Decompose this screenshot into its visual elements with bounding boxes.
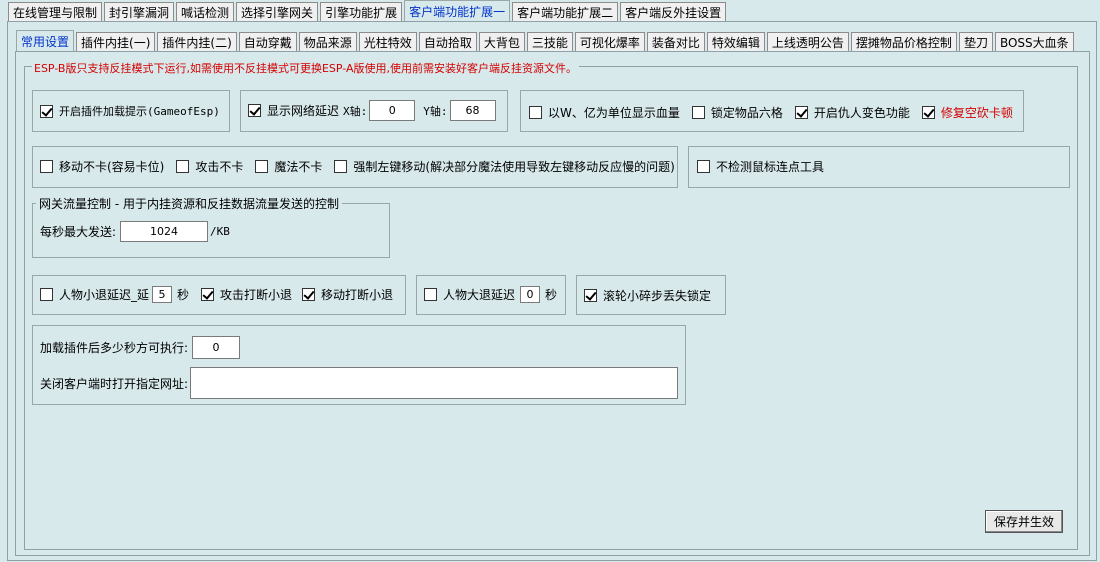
checkbox-box[interactable] xyxy=(176,160,190,173)
gateway-flow-legend: 网关流量控制 - 用于内挂资源和反挂数据流量发送的控制 xyxy=(36,195,342,212)
option-label: 移动不卡(容易卡位) xyxy=(59,160,165,174)
network-delay-checkbox[interactable] xyxy=(248,104,261,117)
y-axis-input[interactable]: 68 xyxy=(449,100,496,121)
sub-tab[interactable]: 自动拾取 xyxy=(418,32,477,52)
option-label: 修复空砍卡顿 xyxy=(940,106,1013,120)
sub-tab[interactable]: 三技能 xyxy=(526,32,573,52)
move-break-checkbox[interactable] xyxy=(302,288,316,301)
group3-option[interactable]: 修复空砍卡顿 xyxy=(921,104,1013,121)
group3-option[interactable]: 锁定物品六格 xyxy=(691,104,783,121)
checkbox-box[interactable] xyxy=(794,106,808,119)
option-label: 攻击不卡 xyxy=(195,160,244,174)
sub-tab[interactable]: BOSS大血条 xyxy=(994,32,1074,52)
option-label: 开启仇人变色功能 xyxy=(813,106,910,120)
big-retreat-input[interactable]: 0 xyxy=(520,286,541,303)
movement-options-row: 移动不卡(容易卡位) 攻击不卡 魔法不卡 强制左键移动(解决部分魔法使用导致左键移动反… xyxy=(40,158,687,175)
big-retreat-label: 人物大退延迟 xyxy=(443,288,516,302)
option-label: 强制左键移动(解决部分魔法使用导致左键移动反应慢的问题) xyxy=(353,160,675,174)
top-tab-bar: 在线管理与限制 封引擎漏洞 喊话检测 选择引擎网关 引擎功能扩展 客户端功能扩展一 客户端功… xyxy=(8,0,728,22)
checkbox-box[interactable] xyxy=(529,106,542,119)
checkbox-box[interactable] xyxy=(921,106,935,119)
small-retreat-sec: 秒 xyxy=(177,288,190,302)
big-retreat-checkbox[interactable] xyxy=(424,288,437,301)
gateway-rate-label: 每秒最大发送: xyxy=(40,225,117,239)
attack-break-checkbox[interactable] xyxy=(201,288,215,301)
top-tab[interactable]: 喊话检测 xyxy=(176,2,235,22)
display-options-row: 以W、亿为单位显示血量 锁定物品六格 开启仇人变色功能 修复空砍卡顿 xyxy=(529,104,1025,121)
sub-tab[interactable]: 垫刀 xyxy=(958,32,993,52)
mouse-click-label: 不检测鼠标连点工具 xyxy=(716,160,825,174)
wheel-lock-label: 滚轮小碎步丢失锁定 xyxy=(603,289,712,303)
checkbox-box[interactable] xyxy=(255,160,269,173)
close-url-input[interactable] xyxy=(190,367,679,399)
sub-tab[interactable]: 物品来源 xyxy=(298,32,357,52)
checkbox-box[interactable] xyxy=(334,160,348,173)
checkbox-box[interactable] xyxy=(40,160,53,173)
sub-tab[interactable]: 常用设置 xyxy=(16,30,75,52)
network-delay-label: 显示网络延迟 xyxy=(267,104,340,118)
small-retreat-checkbox[interactable] xyxy=(40,288,53,301)
small-retreat-input[interactable]: 5 xyxy=(152,286,173,303)
gateway-rate-unit: /KB xyxy=(210,225,230,238)
top-tab[interactable]: 客户端反外挂设置 xyxy=(620,2,727,22)
plugin-load-tip-label: 开启插件加载提示(GameofEsp) xyxy=(59,105,220,118)
x-axis-label: X轴: xyxy=(343,104,368,118)
sub-tab[interactable]: 可视化爆率 xyxy=(574,32,645,52)
sub-tab[interactable]: 上线透明公告 xyxy=(766,32,849,52)
mouse-click-checkbox[interactable] xyxy=(697,160,710,173)
x-axis-input[interactable]: 0 xyxy=(369,100,416,121)
checkbox-box[interactable] xyxy=(40,104,53,118)
warning-text: ESP-B版只支持反挂模式下运行,如需使用不反挂模式可更换ESP-A版使用,使用… xyxy=(32,60,580,76)
top-tab[interactable]: 客户端功能扩展二 xyxy=(512,2,619,22)
sub-tab[interactable]: 插件内挂(一) xyxy=(76,32,156,52)
checkbox-box[interactable] xyxy=(691,106,705,119)
group3-option[interactable]: 开启仇人变色功能 xyxy=(794,104,910,121)
sub-tab[interactable]: 插件内挂(二) xyxy=(157,32,237,52)
move-break-label: 移动打断小退 xyxy=(321,288,394,302)
save-apply-button[interactable]: 保存并生效 xyxy=(985,510,1063,533)
group4-option[interactable]: 强制左键移动(解决部分魔法使用导致左键移动反应慢的问题) xyxy=(334,158,675,175)
top-tab[interactable]: 客户端功能扩展一 xyxy=(404,0,511,22)
plugin-delay-label: 加载插件后多少秒方可执行: xyxy=(40,341,189,355)
sub-tab[interactable]: 装备对比 xyxy=(646,32,705,52)
small-retreat-label: 人物小退延迟_延 xyxy=(59,288,150,302)
sub-tab[interactable]: 摆摊物品价格控制 xyxy=(850,32,957,52)
wheel-lock-checkbox[interactable] xyxy=(584,289,597,302)
top-tab[interactable]: 引擎功能扩展 xyxy=(320,2,403,22)
group4-option[interactable]: 魔法不卡 xyxy=(255,158,322,175)
group4-option[interactable]: 移动不卡(容易卡位) xyxy=(40,158,164,175)
sub-tab-bar: 常用设置 插件内挂(一) 插件内挂(二) 自动穿戴 物品来源 光柱特效 自动拾取 大背包 三技能… xyxy=(16,30,1076,52)
sub-tab[interactable]: 特效编辑 xyxy=(706,32,765,52)
sub-tab[interactable]: 大背包 xyxy=(478,32,525,52)
plugin-load-tip-checkbox[interactable]: 开启插件加载提示(GameofEsp) xyxy=(40,103,220,119)
gateway-rate-input[interactable]: 1024 xyxy=(120,221,209,242)
group3-option[interactable]: 以W、亿为单位显示血量 xyxy=(529,104,680,121)
sub-tab[interactable]: 光柱特效 xyxy=(358,32,417,52)
option-label: 魔法不卡 xyxy=(274,160,323,174)
group4-option[interactable]: 攻击不卡 xyxy=(176,158,243,175)
attack-break-label: 攻击打断小退 xyxy=(220,288,293,302)
big-retreat-sec: 秒 xyxy=(545,288,558,302)
sub-tab[interactable]: 自动穿戴 xyxy=(238,32,297,52)
y-axis-label: Y轴: xyxy=(423,104,448,118)
plugin-delay-input[interactable]: 0 xyxy=(192,336,241,359)
option-label: 以W、亿为单位显示血量 xyxy=(548,106,680,120)
top-tab[interactable]: 在线管理与限制 xyxy=(8,2,103,22)
top-tab[interactable]: 封引擎漏洞 xyxy=(104,2,175,22)
top-tab[interactable]: 选择引擎网关 xyxy=(236,2,319,22)
option-label: 锁定物品六格 xyxy=(710,106,783,120)
close-url-label: 关闭客户端时打开指定网址: xyxy=(40,376,189,391)
